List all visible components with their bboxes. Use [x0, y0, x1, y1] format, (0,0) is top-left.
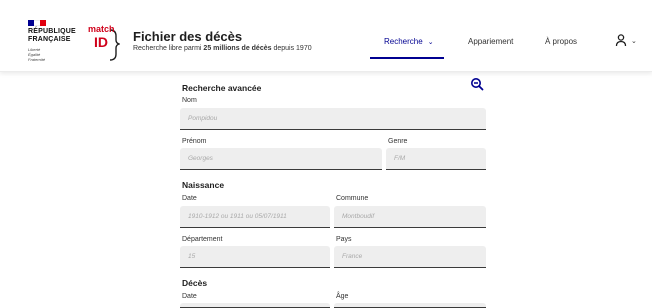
page-title: Fichier des décès — [133, 29, 243, 44]
user-icon[interactable] — [614, 33, 628, 47]
prenom-label: Prénom — [182, 138, 207, 145]
nav-a-propos[interactable]: À propos — [545, 37, 577, 46]
departement-placeholder: 15 — [188, 253, 196, 260]
republic-name-line1: RÉPUBLIQUE — [28, 28, 76, 35]
naissance-date-label: Date — [182, 195, 197, 202]
subtitle-suffix: depuis 1970 — [271, 45, 312, 52]
naissance-date-field[interactable]: 1910-1912 ou 1911 ou 05/07/1911 — [180, 206, 330, 228]
page-subtitle: Recherche libre parmi 25 millions de déc… — [133, 45, 312, 52]
motto-line: Fraternité — [28, 57, 46, 62]
departement-label: Département — [182, 236, 223, 243]
genre-placeholder: F/M — [394, 155, 406, 162]
nom-placeholder: Pompidou — [188, 115, 218, 122]
nom-label: Nom — [182, 97, 197, 104]
pays-label: Pays — [336, 236, 352, 243]
genre-field[interactable]: F/M — [386, 148, 486, 170]
deces-date-field[interactable] — [180, 303, 330, 308]
brand-match-text: match — [88, 24, 115, 34]
chevron-down-icon[interactable]: ⌄ — [631, 37, 637, 45]
marianne-flag-icon — [28, 20, 46, 26]
zoom-out-icon[interactable] — [470, 77, 484, 91]
republic-motto: Liberté Égalité Fraternité — [28, 47, 78, 62]
brand-id-text: ID — [94, 34, 108, 50]
commune-label: Commune — [336, 195, 369, 202]
chevron-down-icon: ⌄ — [427, 39, 434, 46]
republique-francaise-logo[interactable]: RÉPUBLIQUE FRANÇAISE Liberté Égalité Fra… — [28, 20, 78, 64]
pays-field[interactable]: France — [334, 246, 486, 268]
pays-placeholder: France — [342, 253, 363, 260]
nav-active-indicator — [370, 57, 444, 59]
nav-recherche[interactable]: Recherche ⌄ — [384, 37, 434, 46]
commune-placeholder: Montboudif — [342, 213, 375, 220]
nom-field[interactable]: Pompidou — [180, 108, 486, 130]
site-header: RÉPUBLIQUE FRANÇAISE Liberté Égalité Fra… — [0, 0, 652, 72]
prenom-placeholder: Georges — [188, 155, 213, 162]
genre-label: Genre — [388, 138, 408, 145]
naissance-date-placeholder: 1910-1912 ou 1911 ou 05/07/1911 — [188, 213, 287, 220]
departement-field[interactable]: 15 — [180, 246, 330, 268]
subtitle-highlight: 25 millions de décès — [203, 45, 272, 52]
naissance-title: Naissance — [182, 180, 225, 190]
matchid-logo[interactable]: match ID — [84, 24, 120, 64]
republic-name-line2: FRANÇAISE — [28, 36, 71, 43]
subtitle-prefix: Recherche libre parmi — [133, 45, 204, 52]
form-title: Recherche avancée — [182, 83, 262, 93]
deces-age-label: Âge — [336, 293, 349, 300]
deces-age-field[interactable] — [334, 303, 486, 308]
deces-date-label: Date — [182, 293, 197, 300]
commune-field[interactable]: Montboudif — [334, 206, 486, 228]
deces-title: Décès — [182, 278, 208, 288]
nav-appariement[interactable]: Appariement — [468, 37, 513, 46]
nav-recherche-label: Recherche — [384, 37, 423, 46]
prenom-field[interactable]: Georges — [180, 148, 382, 170]
